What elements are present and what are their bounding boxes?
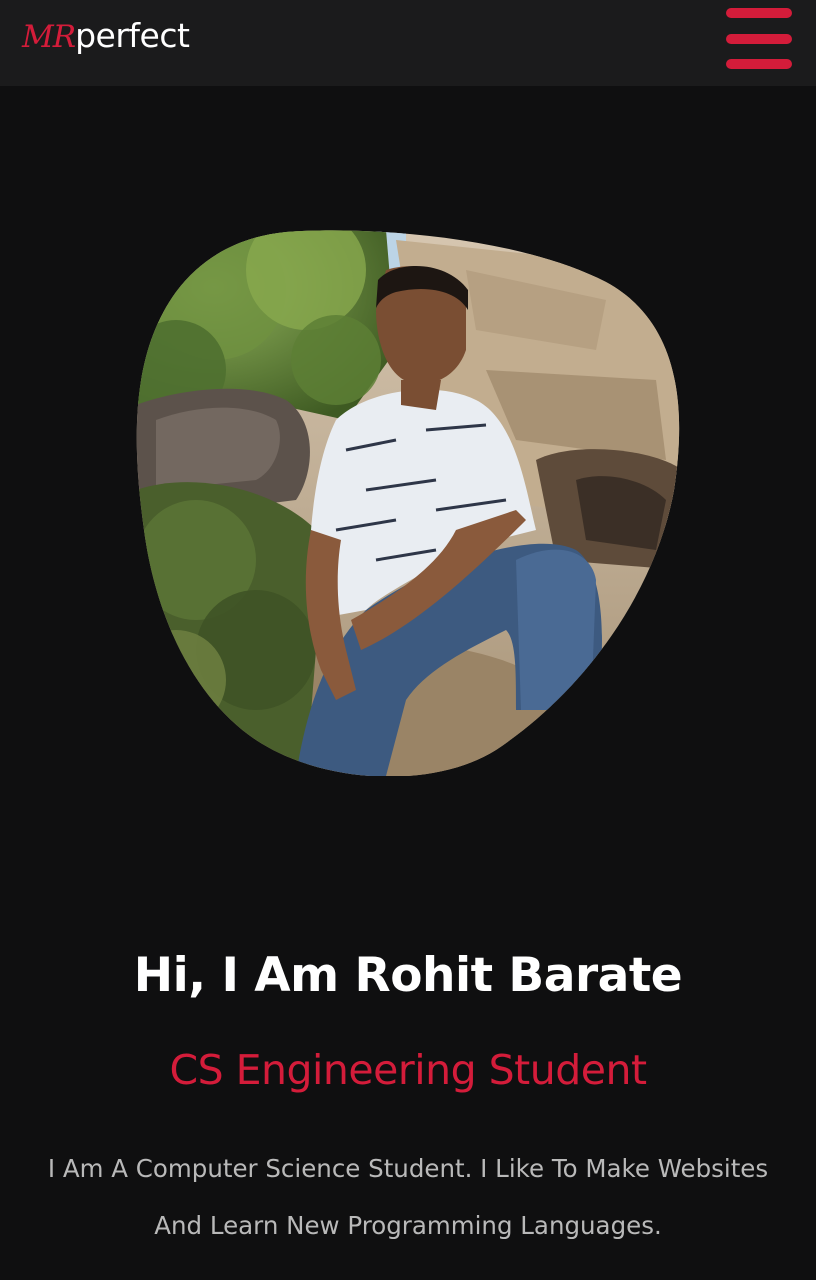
navbar: MR perfect — [0, 0, 816, 86]
hero-description: I Am A Computer Science Student. I Like … — [47, 1154, 769, 1240]
logo-suffix: perfect — [75, 16, 190, 55]
menu-bar-middle — [726, 34, 792, 44]
hero-greeting: Hi, I Am Rohit Barate — [133, 948, 683, 1003]
menu-bar-bottom — [726, 59, 792, 69]
page: MR perfect Hi, I Am Rohit Barate CS Engi… — [0, 0, 816, 1280]
hero-role: CS Engineering Student — [169, 1046, 647, 1094]
site-logo[interactable]: MR perfect — [22, 16, 190, 66]
profile-photo — [136, 230, 680, 776]
logo-prefix: MR — [22, 19, 76, 55]
hamburger-menu-icon[interactable] — [722, 6, 796, 72]
menu-bar-top — [726, 8, 792, 18]
